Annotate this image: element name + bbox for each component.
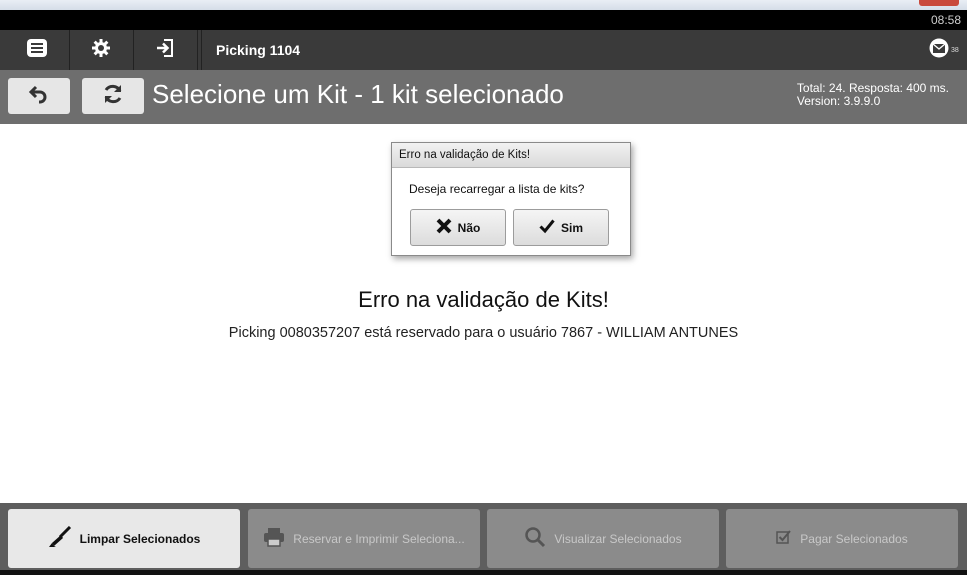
- yes-button-label: Sim: [560, 220, 583, 235]
- dialog-title: Erro na validação de Kits!: [392, 143, 630, 168]
- broom-icon: [48, 525, 80, 551]
- x-icon: [436, 218, 458, 237]
- page-title: Selecione um Kit - 1 kit selecionado: [152, 79, 564, 109]
- pay-selected-label: Pagar Selecionados: [800, 531, 908, 546]
- status-bar: 08:58: [0, 10, 967, 30]
- response-info: Total: 24. Resposta: 400 ms. Version: 3.…: [797, 82, 949, 108]
- search-icon: [524, 526, 554, 551]
- no-button[interactable]: Não: [410, 209, 506, 246]
- reserve-print-label: Reservar e Imprimir Seleciona...: [293, 531, 465, 546]
- refresh-icon: [101, 82, 125, 111]
- back-button[interactable]: [8, 78, 70, 114]
- yes-button[interactable]: Sim: [513, 209, 609, 246]
- clear-selected-button[interactable]: Limpar Selecionados: [8, 509, 240, 568]
- mail-badge: 38: [951, 46, 959, 54]
- undo-icon: [28, 83, 50, 110]
- sign-in-icon: [155, 38, 175, 63]
- confirm-dialog: Erro na validação de Kits! Deseja recarr…: [391, 142, 631, 256]
- login-button[interactable]: [133, 30, 198, 70]
- reserve-print-button[interactable]: Reservar e Imprimir Seleciona...: [248, 509, 480, 568]
- settings-button[interactable]: [69, 30, 134, 70]
- app-title: Picking 1104: [201, 30, 300, 70]
- printer-icon: [263, 527, 293, 550]
- view-selected-button[interactable]: Visualizar Selecionados: [487, 509, 719, 568]
- gear-icon: [91, 38, 111, 63]
- checkbox-icon: [776, 529, 800, 548]
- menu-icon: [26, 38, 48, 63]
- view-selected-label: Visualizar Selecionados: [554, 531, 682, 546]
- messages-button[interactable]: 38: [929, 38, 959, 62]
- window-title-bar: [0, 0, 967, 10]
- status-time: 08:58: [930, 13, 961, 27]
- app-bar: Picking 1104 38: [0, 30, 967, 70]
- window-close-button[interactable]: [919, 0, 959, 6]
- pay-selected-button[interactable]: Pagar Selecionados: [726, 509, 958, 568]
- error-detail: Picking 0080357207 está reservado para o…: [228, 325, 739, 341]
- no-button-label: Não: [457, 220, 481, 235]
- page-toolbar: Selecione um Kit - 1 kit selecionado Tot…: [0, 70, 967, 124]
- check-icon: [539, 218, 561, 237]
- menu-button[interactable]: [5, 30, 70, 70]
- bottom-edge: [0, 570, 967, 575]
- envelope-icon: [929, 38, 949, 63]
- clear-selected-label: Limpar Selecionados: [79, 531, 201, 546]
- bottom-action-bar: Limpar Selecionados Reservar e Imprimir …: [0, 503, 967, 575]
- error-title: Erro na validação de Kits!: [358, 287, 609, 312]
- refresh-button[interactable]: [82, 78, 144, 114]
- response-info-version: Version: 3.9.9.0: [796, 94, 881, 108]
- dialog-message: Deseja recarregar a lista de kits?: [409, 182, 585, 196]
